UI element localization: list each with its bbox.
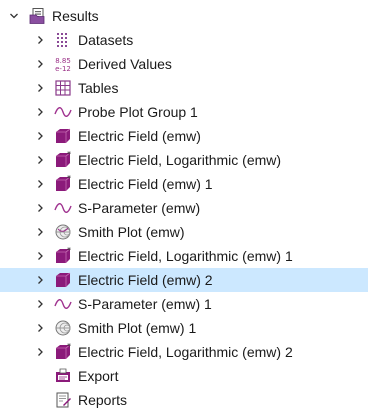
3d-plot-cube-star-icon: *	[54, 151, 72, 169]
datasets-icon	[54, 31, 72, 49]
3d-plot-cube-star-icon: *	[54, 343, 72, 361]
tree-node-label: Electric Field (emw) 1	[78, 176, 213, 192]
tree-node-electric-field-logarithmic-emw-1[interactable]: * Electric Field, Logarithmic (emw) 1	[0, 244, 368, 268]
wave-icon	[54, 103, 72, 121]
tree-node-label: Smith Plot (emw)	[78, 224, 185, 240]
tree-node-probe-plot-group-1[interactable]: Probe Plot Group 1	[0, 100, 368, 124]
results-tree: Results Datasets 8.85 e-12 Derived Value…	[0, 0, 368, 412]
tree-node-electric-field-emw-2[interactable]: Electric Field (emw) 2	[0, 268, 368, 292]
chevron-right-icon[interactable]	[34, 82, 46, 94]
tree-node-smith-plot-emw-1[interactable]: Smith Plot (emw) 1	[0, 316, 368, 340]
tree-node-s-parameter-emw[interactable]: S-Parameter (emw)	[0, 196, 368, 220]
derived-values-icon-bottom: e-12	[55, 65, 71, 73]
svg-text:*: *	[67, 151, 71, 159]
svg-text:*: *	[67, 343, 71, 351]
tree-node-derived-values[interactable]: 8.85 e-12 Derived Values	[0, 52, 368, 76]
chevron-down-icon[interactable]	[8, 10, 20, 22]
3d-plot-cube-star-icon: *	[54, 247, 72, 265]
tree-node-datasets[interactable]: Datasets	[0, 28, 368, 52]
chevron-right-icon[interactable]	[34, 130, 46, 142]
tree-node-electric-field-logarithmic-emw-2[interactable]: * Electric Field, Logarithmic (emw) 2	[0, 340, 368, 364]
svg-text:*: *	[67, 247, 71, 255]
tree-node-label: Electric Field, Logarithmic (emw) 2	[78, 344, 293, 360]
chevron-right-icon[interactable]	[34, 178, 46, 190]
chevron-right-icon[interactable]	[34, 250, 46, 262]
tree-node-label: Tables	[78, 80, 119, 96]
tree-node-reports[interactable]: Reports	[0, 388, 368, 412]
tree-node-label: Datasets	[78, 32, 134, 48]
tree-node-label: S-Parameter (emw) 1	[78, 296, 212, 312]
tree-node-tables[interactable]: Tables	[0, 76, 368, 100]
3d-plot-cube-icon	[54, 127, 72, 145]
results-folder-icon	[28, 7, 46, 25]
tree-node-electric-field-logarithmic-emw[interactable]: * Electric Field, Logarithmic (emw)	[0, 148, 368, 172]
chevron-right-icon[interactable]	[34, 34, 46, 46]
derived-values-icon: 8.85 e-12	[54, 55, 72, 73]
chevron-right-icon[interactable]	[34, 226, 46, 238]
table-grid-icon	[54, 79, 72, 97]
tree-node-smith-plot-emw[interactable]: Smith Plot (emw)	[0, 220, 368, 244]
chevron-right-icon[interactable]	[34, 322, 46, 334]
chevron-right-icon[interactable]	[34, 106, 46, 118]
derived-values-icon-top: 8.85	[55, 57, 71, 65]
tree-node-label: Electric Field (emw)	[78, 128, 201, 144]
tree-node-label: Electric Field, Logarithmic (emw) 1	[78, 248, 293, 264]
chevron-right-icon[interactable]	[34, 298, 46, 310]
tree-node-label: Reports	[78, 392, 128, 408]
wave-icon	[54, 199, 72, 217]
export-icon	[54, 367, 72, 385]
tree-node-label: Probe Plot Group 1	[78, 104, 198, 120]
chevron-right-icon[interactable]	[34, 274, 46, 286]
tree-node-s-parameter-emw-1[interactable]: S-Parameter (emw) 1	[0, 292, 368, 316]
wave-icon	[54, 295, 72, 313]
tree-node-label: Export	[78, 368, 119, 384]
3d-plot-cube-icon	[54, 271, 72, 289]
tree-node-results[interactable]: Results	[0, 4, 368, 28]
tree-node-label: Electric Field (emw) 2	[78, 272, 213, 288]
smith-chart-icon	[54, 319, 72, 337]
tree-node-electric-field-emw-1[interactable]: * Electric Field (emw) 1	[0, 172, 368, 196]
smith-chart-icon	[54, 223, 72, 241]
chevron-right-icon[interactable]	[34, 154, 46, 166]
chevron-right-icon[interactable]	[34, 346, 46, 358]
tree-node-label: Derived Values	[78, 56, 172, 72]
tree-node-electric-field-emw[interactable]: Electric Field (emw)	[0, 124, 368, 148]
tree-node-label: S-Parameter (emw)	[78, 200, 201, 216]
tree-node-label: Results	[52, 8, 99, 24]
chevron-right-icon[interactable]	[34, 202, 46, 214]
chevron-right-icon[interactable]	[34, 58, 46, 70]
svg-text:*: *	[67, 175, 71, 183]
reports-icon	[54, 391, 72, 409]
tree-node-export[interactable]: Export	[0, 364, 368, 388]
tree-node-label: Electric Field, Logarithmic (emw)	[78, 152, 282, 168]
3d-plot-cube-star-icon: *	[54, 175, 72, 193]
tree-node-label: Smith Plot (emw) 1	[78, 320, 197, 336]
